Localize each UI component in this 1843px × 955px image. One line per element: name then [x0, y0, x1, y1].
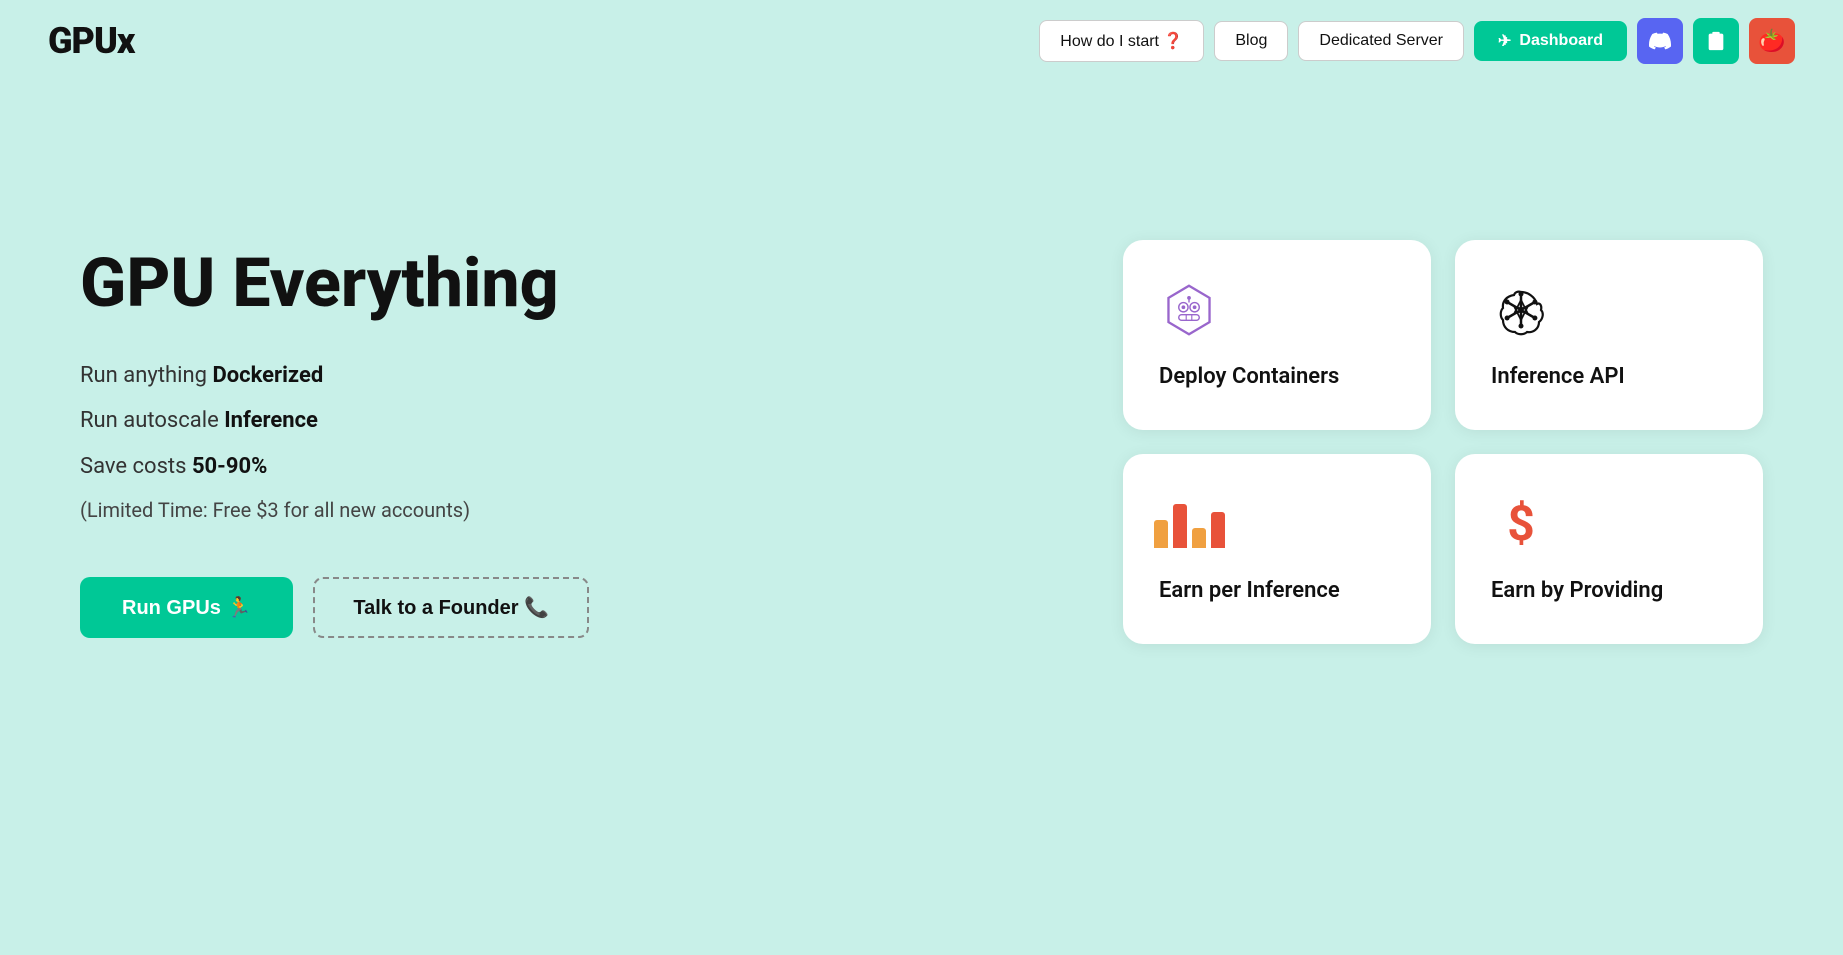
hero-note: (Limited Time: Free $3 for all new accou…: [80, 493, 640, 527]
earn-by-providing-label: Earn by Providing: [1491, 578, 1727, 603]
chart-bar-1: [1154, 520, 1168, 548]
chart-bar-3: [1192, 528, 1206, 548]
hero-section: GPU Everything Run anything Dockerized R…: [0, 82, 1843, 782]
chart-bar-2: [1173, 504, 1187, 548]
hero-bold-1: Dockerized: [212, 363, 323, 388]
hero-line-3: Save costs 50-90%: [80, 448, 640, 485]
talk-to-founder-button[interactable]: Talk to a Founder 📞: [313, 577, 589, 638]
navbar-right: How do I start ❓ Blog Dedicated Server ✈…: [1039, 18, 1795, 64]
deploy-containers-label: Deploy Containers: [1159, 364, 1395, 389]
discord-icon-svg: [1649, 30, 1671, 52]
inference-api-label: Inference API: [1491, 364, 1727, 389]
hero-cards-grid: Deploy Containers: [1063, 240, 1763, 644]
hero-line-2: Run autoscale Inference: [80, 402, 640, 439]
hero-line-1: Run anything Dockerized: [80, 357, 640, 394]
blog-button[interactable]: Blog: [1214, 21, 1288, 61]
chart-bars-icon: [1154, 500, 1225, 548]
earn-per-inference-label: Earn per Inference: [1159, 578, 1395, 603]
send-icon: ✈: [1498, 31, 1511, 51]
tomato-icon: 🍅: [1758, 29, 1785, 54]
earn-per-inference-icon: [1159, 494, 1219, 554]
dashboard-button[interactable]: ✈ Dashboard: [1474, 21, 1627, 61]
hero-left: GPU Everything Run anything Dockerized R…: [80, 246, 700, 638]
clipboard-icon-svg: [1705, 30, 1727, 52]
hero-title: GPU Everything: [80, 246, 640, 321]
dashboard-label: Dashboard: [1519, 32, 1603, 50]
hero-bold-3: 50-90%: [192, 454, 267, 479]
chart-bar-4: [1211, 512, 1225, 548]
tomato-button[interactable]: 🍅: [1749, 18, 1795, 64]
inference-api-card[interactable]: Inference API: [1455, 240, 1763, 430]
hero-buttons: Run GPUs 🏃 Talk to a Founder 📞: [80, 577, 640, 638]
openai-icon-svg: [1493, 282, 1549, 338]
inference-api-icon: [1491, 280, 1551, 340]
logo: GPUx: [48, 20, 134, 62]
deploy-containers-icon: [1159, 280, 1219, 340]
dollar-sign-icon: $: [1507, 500, 1535, 548]
deploy-containers-card[interactable]: Deploy Containers: [1123, 240, 1431, 430]
discord-button[interactable]: [1637, 18, 1683, 64]
earn-per-inference-card[interactable]: Earn per Inference: [1123, 454, 1431, 644]
clipboard-button[interactable]: [1693, 18, 1739, 64]
docker-icon-svg: [1161, 282, 1217, 338]
earn-by-providing-card[interactable]: $ Earn by Providing: [1455, 454, 1763, 644]
how-to-start-button[interactable]: How do I start ❓: [1039, 20, 1204, 62]
earn-by-providing-icon: $: [1491, 494, 1551, 554]
run-gpus-button[interactable]: Run GPUs 🏃: [80, 577, 293, 638]
dedicated-server-button[interactable]: Dedicated Server: [1298, 21, 1464, 61]
hero-bold-2: Inference: [224, 408, 318, 433]
navbar: GPUx How do I start ❓ Blog Dedicated Ser…: [0, 0, 1843, 82]
